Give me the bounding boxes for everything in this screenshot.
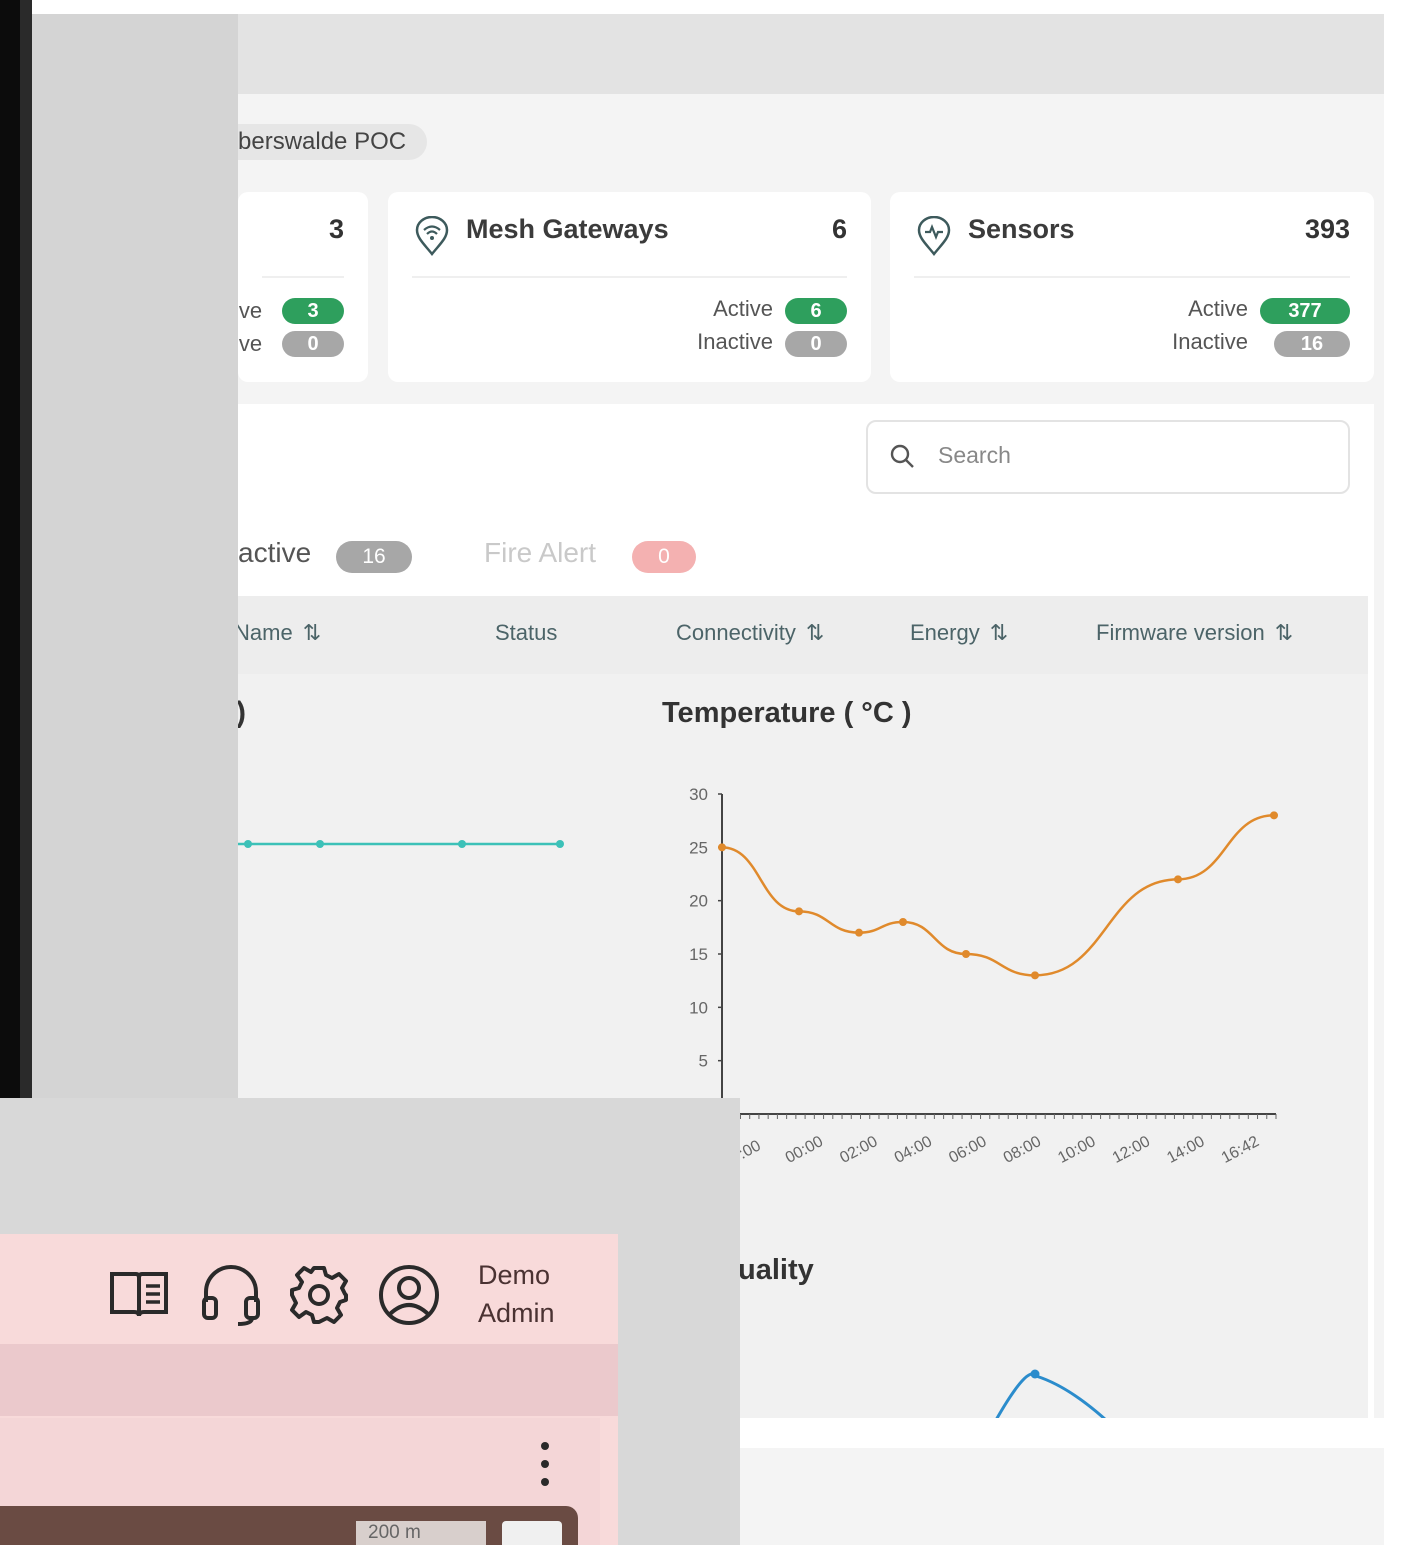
user-role: Admin [478, 1298, 555, 1328]
column-header-energy[interactable]: Energy ⇅ [910, 620, 1008, 646]
tab-fire-alert[interactable]: Fire Alert [484, 537, 596, 569]
inactive-label: ive [234, 331, 263, 356]
x-tick-label: 06:00 [946, 1133, 989, 1167]
card-divider [412, 276, 847, 278]
active-label: ive [234, 298, 263, 323]
user-circle-icon[interactable] [376, 1262, 442, 1328]
user-first-name: Demo [478, 1260, 551, 1290]
gear-icon[interactable] [286, 1262, 352, 1328]
x-tick-label: 14:00 [1164, 1133, 1207, 1167]
left-chart-point [458, 840, 466, 848]
left-chart-point [316, 840, 324, 848]
column-label: Energy [910, 620, 980, 645]
x-tick-label: :00 [736, 1137, 764, 1162]
card-title: Sensors [968, 214, 1075, 244]
sensors-card[interactable]: Sensors 393 Active 377 Inactive 16 [890, 192, 1374, 382]
x-tick-label: 08:00 [1001, 1133, 1044, 1167]
card-count: 393 [1304, 214, 1350, 244]
mesh-gateways-card[interactable]: Mesh Gateways 6 Active 6 Inactive 0 [388, 192, 871, 382]
y-tick-label: 25 [689, 838, 708, 857]
search-placeholder: Search [938, 442, 1011, 468]
x-tick-label: 04:00 [892, 1133, 935, 1167]
x-tick-label: 02:00 [837, 1133, 880, 1167]
map-scale-label: 200 m [368, 1522, 421, 1543]
column-header-connectivity[interactable]: Connectivity ⇅ [676, 620, 824, 646]
more-options-icon[interactable] [535, 1440, 555, 1490]
x-tick-label: 10:00 [1055, 1133, 1098, 1167]
temperature-axes: 5 10 15 20 25 30 :00 00:00 02:00 04:00 06:00 08:00 1… [689, 785, 1277, 1167]
column-label: Status [495, 620, 558, 645]
card-title: Mesh Gateways [466, 214, 669, 244]
card-count: 6 [831, 214, 847, 244]
wifi-pin-icon [415, 216, 449, 256]
inactive-count-badge: 0 [785, 331, 847, 357]
project-breadcrumb-label: berswalde POC [238, 128, 407, 155]
y-tick-label: 5 [699, 1052, 708, 1071]
search-icon [890, 444, 914, 468]
x-tick-label: 00:00 [783, 1133, 826, 1167]
quality-chart-line [995, 1372, 1106, 1418]
card-divider [914, 276, 1350, 278]
x-tick-label: 12:00 [1110, 1133, 1153, 1167]
quality-chart-title: uality [738, 1254, 814, 1286]
temperature-line [721, 814, 1275, 977]
inactive-label: Inactive [1172, 329, 1248, 354]
temperature-point [1031, 971, 1039, 980]
y-tick-label: 10 [689, 998, 708, 1017]
inactive-tab-badge: 16 [336, 541, 412, 573]
book-icon[interactable] [106, 1262, 172, 1328]
sort-icon[interactable]: ⇅ [806, 620, 824, 645]
temperature-chart-title: Temperature ( °C ) [662, 697, 912, 729]
sort-icon[interactable]: ⇅ [303, 620, 321, 645]
sidebar-overlay [32, 14, 238, 1104]
y-tick-label: 30 [689, 785, 708, 804]
temperature-point [855, 928, 863, 937]
sort-icon[interactable]: ⇅ [990, 620, 1008, 645]
y-tick-label: 20 [689, 892, 708, 911]
column-header-name[interactable]: Name ⇅ [234, 620, 321, 646]
temperature-point [718, 843, 726, 852]
y-tick-label: 15 [689, 945, 708, 964]
temperature-point [1174, 875, 1182, 884]
map-zoom-in-button[interactable] [502, 1521, 562, 1545]
column-label: Name [234, 620, 293, 645]
x-tick-label: 16:42 [1219, 1133, 1262, 1167]
column-header-status[interactable]: Status [495, 620, 557, 646]
column-label: Connectivity [676, 620, 796, 645]
active-label: Active [713, 296, 773, 321]
temperature-point [962, 950, 970, 958]
summary-card-partial: 3 ive 3 ive 0 [234, 192, 368, 382]
headset-icon[interactable] [198, 1262, 264, 1328]
active-count-badge: 6 [785, 298, 847, 324]
temperature-series [718, 811, 1278, 980]
inactive-label: Inactive [697, 329, 773, 354]
inactive-count-badge: 16 [1274, 331, 1350, 357]
column-label: Firmware version [1096, 620, 1265, 645]
card-count: 3 [328, 214, 344, 244]
active-count-badge: 3 [282, 298, 344, 324]
user-menu[interactable]: Demo Admin [478, 1256, 555, 1332]
left-chart-series [238, 840, 564, 848]
left-chart-point [556, 840, 564, 848]
active-label: Active [1188, 296, 1248, 321]
sort-icon[interactable]: ⇅ [1275, 620, 1293, 645]
map-view[interactable] [0, 1506, 578, 1545]
temperature-point [899, 918, 907, 926]
column-header-firmware[interactable]: Firmware version ⇅ [1096, 620, 1293, 646]
sub-header-band [0, 1344, 618, 1416]
device-bezel [0, 0, 20, 1100]
card-divider [262, 276, 344, 278]
tab-inactive[interactable]: active [238, 537, 311, 569]
left-chart-title: ) [238, 696, 246, 729]
fire-alert-badge: 0 [632, 541, 696, 573]
top-bar [238, 14, 1384, 94]
temperature-point [795, 907, 803, 916]
active-count-badge: 377 [1260, 298, 1350, 324]
device-bezel-inner [20, 0, 32, 1100]
left-chart-point [244, 840, 252, 848]
quality-chart-point [1030, 1369, 1040, 1379]
inactive-count-badge: 0 [282, 331, 344, 357]
heartbeat-pin-icon [917, 216, 951, 256]
temperature-point [1270, 811, 1278, 820]
